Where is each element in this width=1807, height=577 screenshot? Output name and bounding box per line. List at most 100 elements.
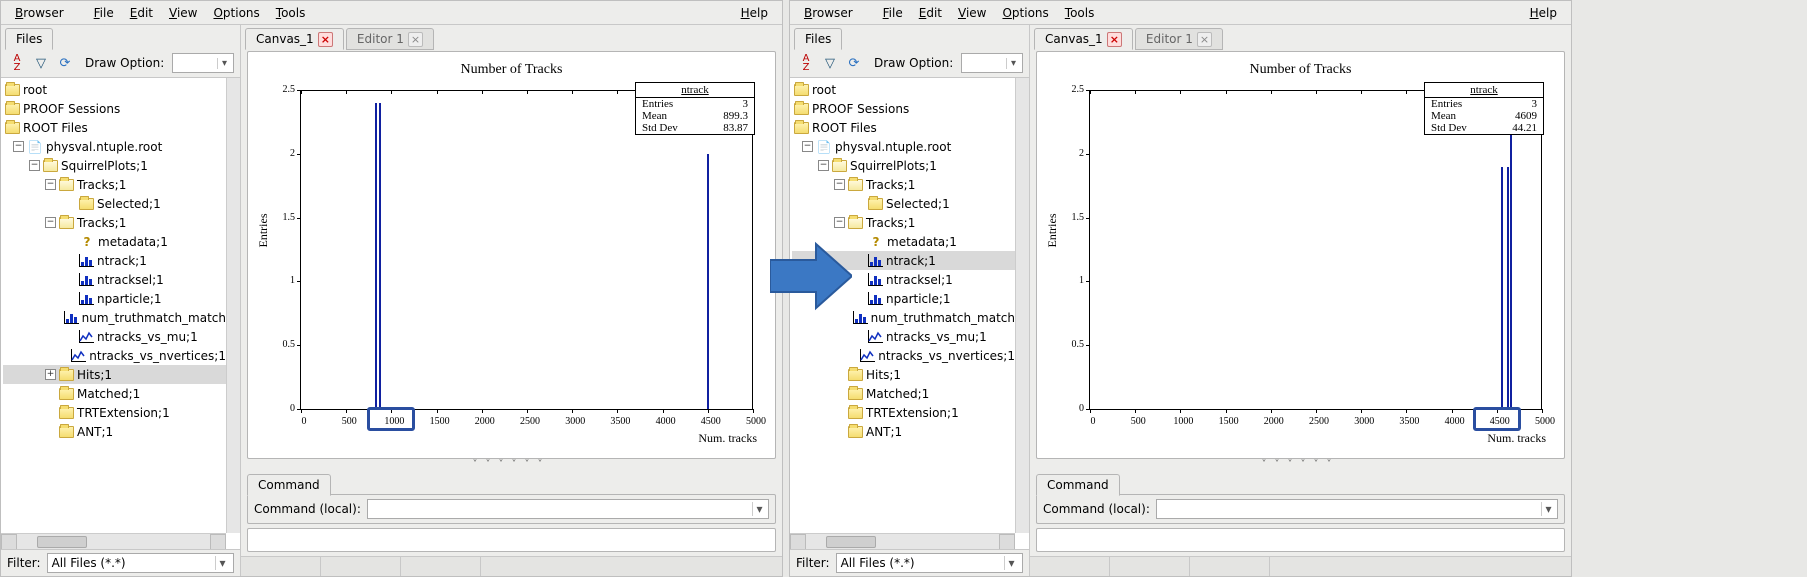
expand-icon[interactable]: + — [45, 369, 56, 380]
menubar: Browser File Edit View Options Tools Hel… — [790, 1, 1571, 25]
menu-options[interactable]: Options — [994, 4, 1056, 22]
filter-combo[interactable]: All Files (*.*)▾ — [47, 553, 234, 573]
command-local-label: Command (local): — [1043, 502, 1150, 516]
file-browser-panel: Files AZ ▽ ⟳ Draw Option: ▾ root PROOF S… — [1, 25, 241, 576]
tree-leaf-ntracks-vs-mu: ntracks_vs_mu;1 — [792, 327, 1015, 346]
tab-files[interactable]: Files — [794, 28, 842, 50]
histogram-icon — [860, 349, 875, 362]
menu-view[interactable]: View — [161, 4, 205, 22]
x-axis-label: Num. tracks — [1487, 431, 1546, 446]
collapse-icon[interactable]: − — [818, 160, 829, 171]
stats-name: ntrack — [636, 83, 754, 98]
bottom-status-bar — [241, 556, 782, 576]
menu-tools[interactable]: Tools — [1057, 4, 1103, 22]
collapse-icon[interactable]: − — [802, 141, 813, 152]
refresh-icon[interactable]: ⟳ — [55, 53, 75, 73]
histogram-icon — [868, 273, 883, 286]
filter-label: Filter: — [7, 556, 41, 570]
canvas-body[interactable]: Number of Tracks Entries 050010001500200… — [1036, 51, 1565, 459]
close-icon[interactable]: × — [408, 32, 423, 47]
collapse-icon[interactable]: − — [13, 141, 24, 152]
filter-icon[interactable]: ▽ — [820, 53, 840, 73]
tree-horizontal-scrollbar[interactable] — [790, 533, 1015, 549]
collapse-icon[interactable]: − — [834, 179, 845, 190]
draw-option-combo[interactable]: ▾ — [961, 53, 1023, 73]
menu-help[interactable]: Help — [1522, 4, 1565, 22]
y-axis-label: Entries — [1045, 214, 1060, 248]
tab-canvas-1[interactable]: Canvas_1× — [1034, 28, 1133, 50]
tree-horizontal-scrollbar[interactable] — [1, 533, 226, 549]
sort-icon[interactable]: AZ — [7, 53, 27, 73]
sort-icon[interactable]: AZ — [796, 53, 816, 73]
tree-node-ant: ANT;1 — [3, 422, 226, 441]
scroll-thumb[interactable] — [37, 536, 87, 548]
command-input[interactable]: ▾ — [1156, 499, 1558, 519]
plot-area[interactable]: 0500100015002000250030003500400045005000… — [300, 90, 753, 410]
tree-node-ant: ANT;1 — [792, 422, 1015, 441]
draw-option-label: Draw Option: — [85, 56, 164, 70]
menu-tools[interactable]: Tools — [268, 4, 314, 22]
file-tree[interactable]: root PROOF Sessions ROOT Files −📄physval… — [1, 77, 240, 549]
tab-canvas-1[interactable]: Canvas_1× — [245, 28, 344, 50]
histogram-icon — [853, 311, 868, 324]
plot-title: Number of Tracks — [1045, 60, 1556, 78]
command-input[interactable]: ▾ — [367, 499, 769, 519]
status-strip — [1036, 528, 1565, 552]
stats-box: ntrack Entries3 Mean899.3 Std Dev83.87 — [635, 82, 755, 135]
histogram-icon — [79, 330, 94, 343]
browser-toolbar: AZ ▽ ⟳ Draw Option: ▾ — [1, 49, 240, 77]
menu-edit[interactable]: Edit — [122, 4, 161, 22]
collapse-icon[interactable]: − — [45, 217, 56, 228]
scroll-thumb[interactable] — [826, 536, 876, 548]
stats-box: ntrack Entries3 Mean4609 Std Dev44.21 — [1424, 82, 1544, 135]
tab-files[interactable]: Files — [5, 28, 53, 50]
tree-vertical-scrollbar[interactable] — [1015, 78, 1029, 533]
histogram-icon — [79, 273, 94, 286]
filter-icon[interactable]: ▽ — [31, 53, 51, 73]
close-icon[interactable]: × — [1197, 32, 1212, 47]
collapse-icon[interactable]: − — [834, 217, 845, 228]
menu-browser[interactable]: Browser — [796, 4, 861, 22]
menu-file[interactable]: File — [875, 4, 911, 22]
tree-node-tracks-2: −Tracks;1 — [792, 213, 1015, 232]
tree-node-selected: Selected;1 — [792, 194, 1015, 213]
root-browser-window-right: Browser File Edit View Options Tools Hel… — [789, 0, 1572, 577]
filter-combo[interactable]: All Files (*.*)▾ — [836, 553, 1023, 573]
tab-editor-1[interactable]: Editor 1× — [346, 28, 434, 50]
plot-area[interactable]: 0500100015002000250030003500400045005000… — [1089, 90, 1542, 410]
tab-command[interactable]: Command — [247, 474, 331, 496]
menu-edit[interactable]: Edit — [911, 4, 950, 22]
tree-leaf-ntrack: ntrack;1 — [3, 251, 226, 270]
close-icon[interactable]: × — [1107, 32, 1122, 47]
tree-node-rootfiles: ROOT Files — [792, 118, 1015, 137]
menu-file[interactable]: File — [86, 4, 122, 22]
draw-option-combo[interactable]: ▾ — [172, 53, 234, 73]
tree-node-tracks-2: −Tracks;1 — [3, 213, 226, 232]
menu-view[interactable]: View — [950, 4, 994, 22]
transition-arrow-icon — [770, 240, 852, 312]
tree-node-hits: Hits;1 — [792, 365, 1015, 384]
pane-resize-handle[interactable]: ˅˅˅˅˅˅ — [1030, 461, 1571, 471]
file-tree[interactable]: root PROOF Sessions ROOT Files −📄physval… — [790, 77, 1029, 549]
menu-help[interactable]: Help — [733, 4, 776, 22]
tree-node-trtext: TRTExtension;1 — [3, 403, 226, 422]
bottom-status-bar — [1030, 556, 1571, 576]
pane-resize-handle[interactable]: ˅˅˅˅˅˅ — [241, 461, 782, 471]
tab-editor-1[interactable]: Editor 1× — [1135, 28, 1223, 50]
menu-options[interactable]: Options — [205, 4, 267, 22]
menu-browser[interactable]: Browser — [7, 4, 72, 22]
canvas-body[interactable]: Number of Tracks Entries 050010001500200… — [247, 51, 776, 459]
metadata-icon: ? — [868, 235, 884, 249]
plot-title: Number of Tracks — [256, 60, 767, 78]
tree-node-file: −📄physval.ntuple.root — [792, 137, 1015, 156]
refresh-icon[interactable]: ⟳ — [844, 53, 864, 73]
collapse-icon[interactable]: − — [29, 160, 40, 171]
tree-node-selected: Selected;1 — [3, 194, 226, 213]
tab-command[interactable]: Command — [1036, 474, 1120, 496]
close-icon[interactable]: × — [318, 32, 333, 47]
collapse-icon[interactable]: − — [45, 179, 56, 190]
status-strip — [247, 528, 776, 552]
tree-node-proof: PROOF Sessions — [792, 99, 1015, 118]
tree-vertical-scrollbar[interactable] — [226, 78, 240, 533]
tree-node-trtext: TRTExtension;1 — [792, 403, 1015, 422]
